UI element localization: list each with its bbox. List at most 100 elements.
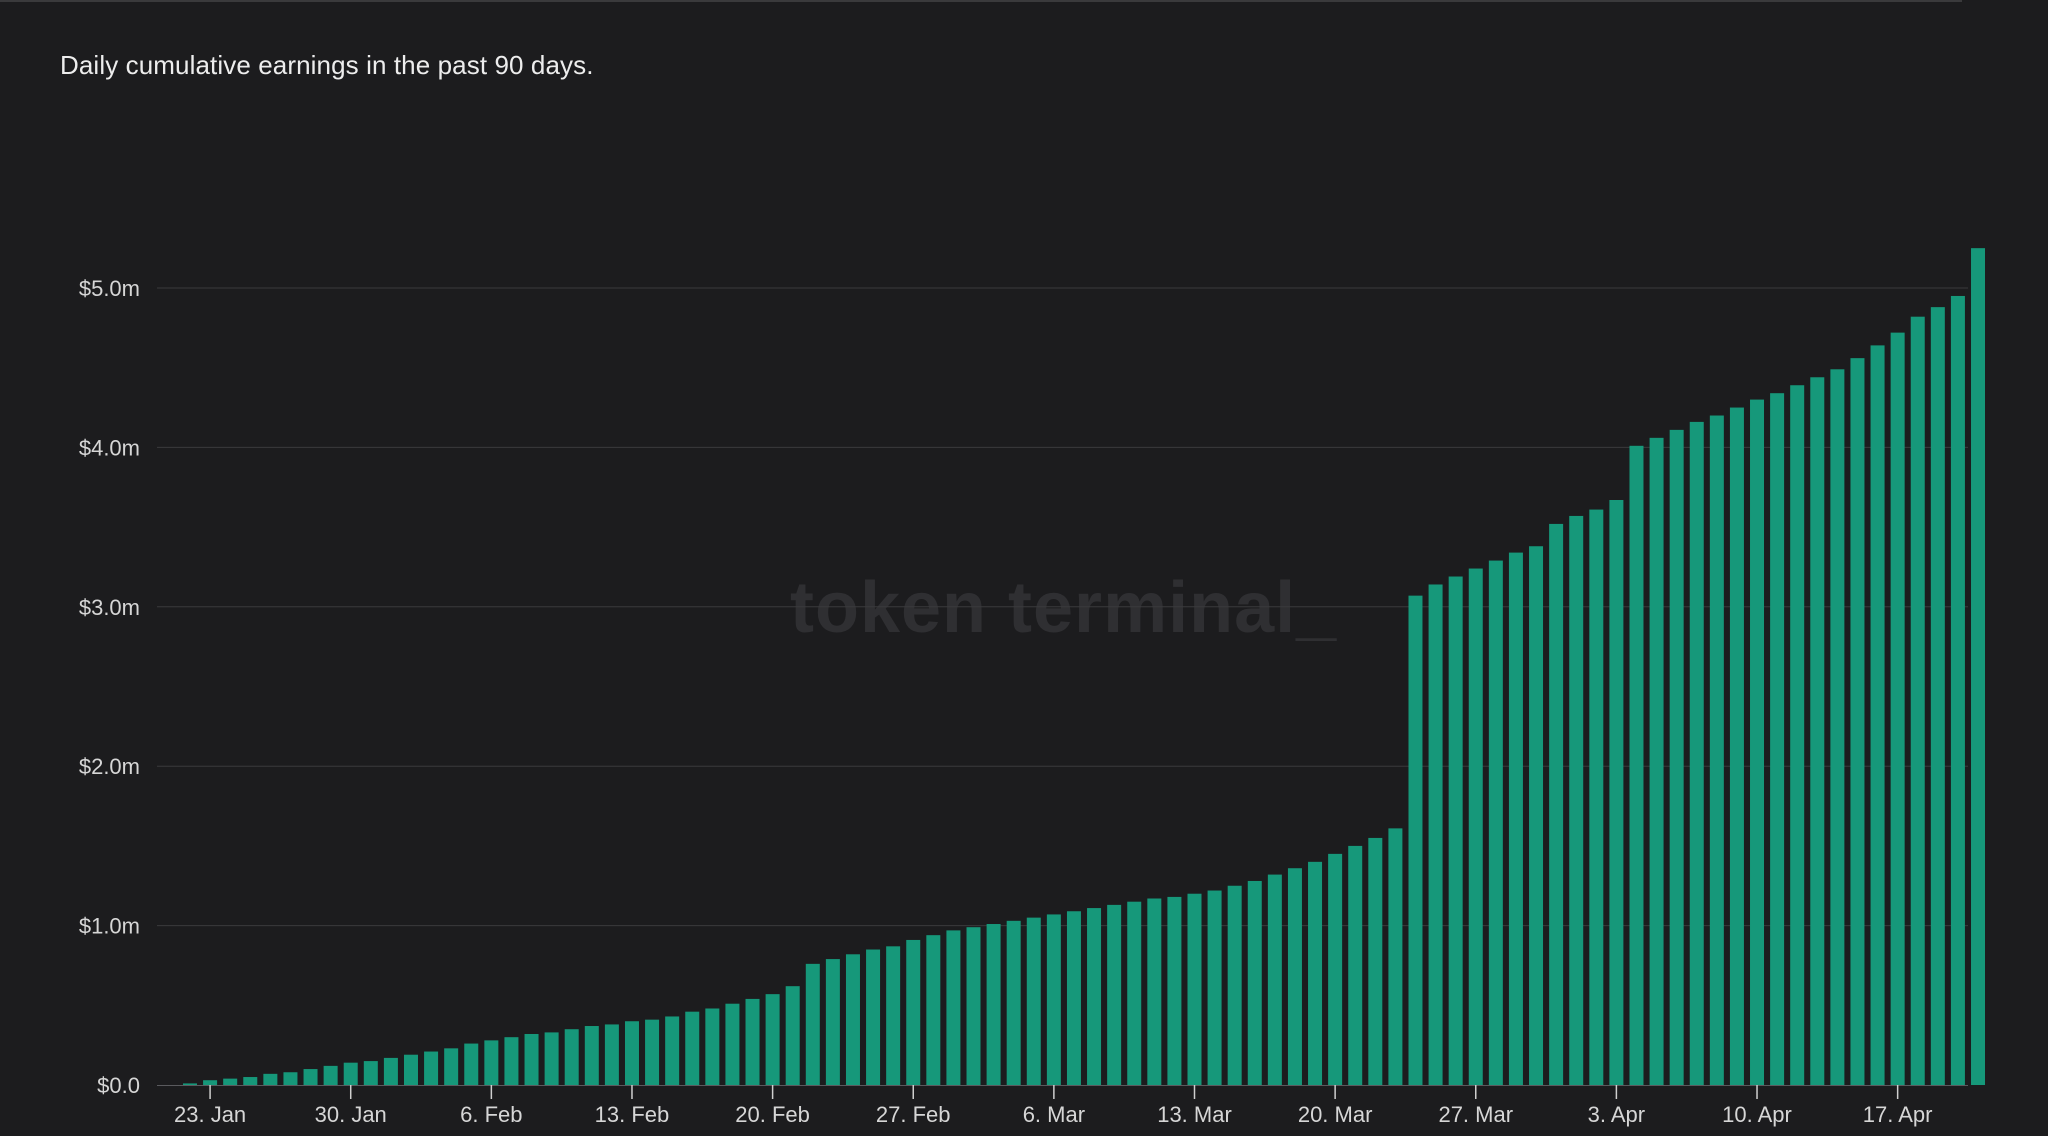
x-tick-label: 27. Mar xyxy=(1438,1102,1513,1127)
bar xyxy=(1930,307,1945,1085)
bar xyxy=(283,1072,298,1085)
bar xyxy=(946,930,961,1085)
bar xyxy=(1006,920,1021,1085)
bar xyxy=(966,927,981,1085)
bar xyxy=(1870,345,1885,1085)
bar xyxy=(1107,904,1122,1085)
x-tick-label: 10. Apr xyxy=(1722,1102,1792,1127)
bar xyxy=(805,963,820,1085)
bar xyxy=(785,986,800,1085)
bar xyxy=(1468,568,1483,1085)
bar xyxy=(886,946,901,1085)
bar xyxy=(243,1077,258,1085)
bar xyxy=(1790,385,1805,1086)
bar xyxy=(484,1040,499,1085)
bar xyxy=(1569,515,1584,1085)
bar xyxy=(263,1073,278,1085)
bar xyxy=(1529,546,1544,1085)
bar xyxy=(203,1080,218,1085)
bar xyxy=(223,1078,238,1085)
bar xyxy=(464,1043,479,1085)
bar xyxy=(1609,500,1624,1085)
bar-chart: token terminal_ $0.0 $1.0m $2.0m $3.0m $4.0m… xyxy=(79,248,1986,1127)
y-tick-label: $5.0m xyxy=(79,276,140,301)
x-tick-label: 20. Feb xyxy=(735,1102,810,1127)
bar xyxy=(1830,369,1845,1085)
bar xyxy=(1629,445,1644,1085)
bar xyxy=(1709,415,1724,1085)
x-tick-label: 6. Feb xyxy=(460,1102,522,1127)
x-tick-label: 13. Feb xyxy=(595,1102,670,1127)
bar xyxy=(845,954,860,1085)
bar xyxy=(1388,828,1403,1085)
chart-panel: Daily cumulative earnings in the past 90… xyxy=(0,0,2048,1136)
bar xyxy=(383,1057,398,1085)
bar xyxy=(1328,853,1343,1085)
x-tick-label: 3. Apr xyxy=(1588,1102,1645,1127)
bar xyxy=(403,1054,418,1085)
bar xyxy=(1087,908,1102,1085)
bar xyxy=(645,1019,660,1085)
bar xyxy=(1408,595,1423,1085)
bar xyxy=(1488,560,1503,1085)
bar xyxy=(1689,421,1704,1085)
bar xyxy=(343,1062,358,1085)
bar xyxy=(1850,358,1865,1085)
bar xyxy=(1549,523,1564,1085)
x-tick-label: 17. Apr xyxy=(1863,1102,1933,1127)
bar xyxy=(1770,393,1785,1085)
bar xyxy=(1167,896,1182,1085)
bar xyxy=(524,1033,539,1085)
y-tick-label: $3.0m xyxy=(79,595,140,620)
watermark-text: token terminal_ xyxy=(790,568,1337,648)
y-axis: $0.0 $1.0m $2.0m $3.0m $4.0m $5.0m xyxy=(79,276,140,1098)
bar xyxy=(303,1069,318,1085)
bar xyxy=(1207,890,1222,1085)
bar xyxy=(1187,893,1202,1085)
bar xyxy=(725,1003,740,1085)
bar xyxy=(986,924,1001,1085)
bar xyxy=(424,1051,439,1085)
bar xyxy=(1669,429,1684,1085)
bar xyxy=(323,1065,338,1085)
bar xyxy=(665,1016,680,1085)
x-tick-label: 27. Feb xyxy=(876,1102,951,1127)
bar xyxy=(1428,584,1443,1085)
bar xyxy=(183,1083,197,1085)
bar xyxy=(745,998,760,1085)
bar xyxy=(624,1021,639,1085)
bar xyxy=(1910,316,1925,1085)
x-tick-label: 23. Jan xyxy=(174,1102,246,1127)
bar xyxy=(1147,898,1162,1085)
bar xyxy=(564,1029,579,1085)
y-tick-label: $0.0 xyxy=(97,1073,140,1098)
bar xyxy=(1026,917,1041,1085)
bar xyxy=(1247,880,1262,1085)
x-tick-label: 20. Mar xyxy=(1298,1102,1373,1127)
bar xyxy=(444,1048,459,1085)
bar xyxy=(825,959,840,1085)
bar xyxy=(1448,576,1463,1085)
bar xyxy=(1971,248,1986,1085)
x-tick-label: 6. Mar xyxy=(1023,1102,1085,1127)
bar xyxy=(866,949,881,1085)
bar xyxy=(1810,377,1825,1085)
bar xyxy=(685,1011,700,1085)
bar xyxy=(544,1032,559,1085)
bar xyxy=(705,1008,720,1085)
bar xyxy=(926,935,941,1085)
bar xyxy=(604,1024,619,1085)
bar xyxy=(1127,901,1142,1085)
bar xyxy=(1589,509,1604,1085)
bar xyxy=(1368,837,1383,1085)
x-axis: 23. Jan 30. Jan 6. Feb 13. Feb 20. Feb 27. Fe… xyxy=(157,1085,1968,1127)
y-tick-label: $4.0m xyxy=(79,435,140,460)
y-tick-label: $1.0m xyxy=(79,914,140,939)
bar xyxy=(1508,552,1523,1085)
x-tick-label: 30. Jan xyxy=(315,1102,387,1127)
bar xyxy=(1066,911,1081,1085)
bar xyxy=(1227,885,1242,1085)
bar xyxy=(1046,914,1061,1085)
bar xyxy=(1267,874,1282,1085)
bar xyxy=(1308,861,1323,1085)
